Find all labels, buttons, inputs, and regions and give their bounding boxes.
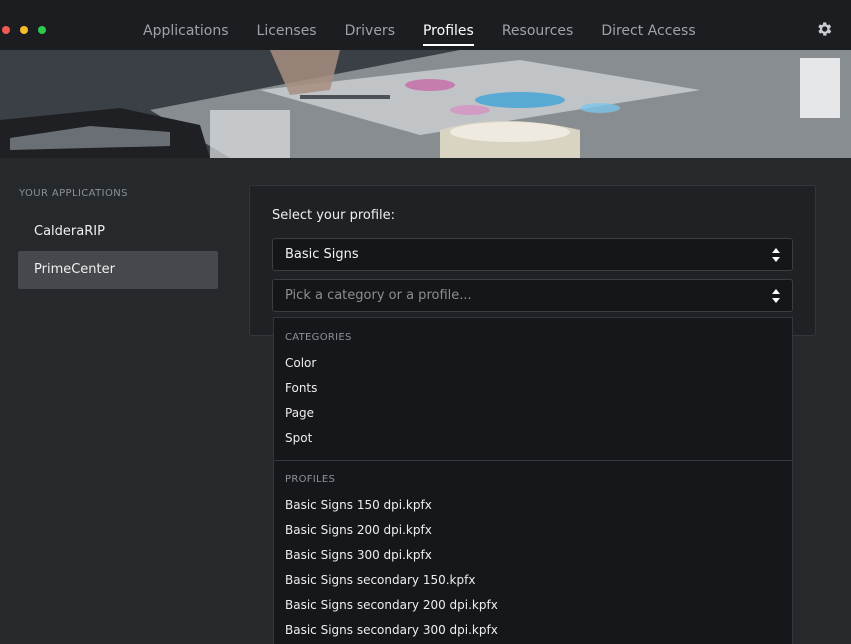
banner-photo	[0, 50, 851, 158]
category-profile-dropdown: CATEGORIES Color Fonts Page Spot PROFILE…	[273, 317, 793, 644]
categories-heading: CATEGORIES	[285, 332, 352, 343]
profile-item[interactable]: Basic Signs secondary 200 dpi.kpfx	[285, 593, 780, 617]
main-tabs: Applications Licenses Drivers Profiles R…	[129, 0, 710, 50]
tab-licenses[interactable]: Licenses	[243, 0, 331, 50]
minimize-window-button[interactable]	[20, 26, 28, 34]
select-profile-label: Select your profile:	[272, 208, 396, 223]
profile-item[interactable]: Basic Signs secondary 150.kpfx	[285, 568, 780, 592]
category-item-fonts[interactable]: Fonts	[285, 376, 780, 400]
dropdown-divider	[274, 460, 792, 461]
profile-panel: Select your profile: Basic Signs Pick a …	[249, 185, 816, 336]
profile-select-value: Basic Signs	[285, 247, 359, 262]
header-banner-image	[0, 50, 851, 158]
category-item-color[interactable]: Color	[285, 351, 780, 375]
sidebar-heading: YOUR APPLICATIONS	[19, 188, 128, 199]
tab-drivers[interactable]: Drivers	[331, 0, 409, 50]
top-navigation-bar: Applications Licenses Drivers Profiles R…	[0, 0, 851, 50]
close-window-button[interactable]	[2, 26, 10, 34]
category-item-page[interactable]: Page	[285, 401, 780, 425]
sidebar-item-calderarip[interactable]: CalderaRIP	[18, 213, 218, 251]
profile-select[interactable]: Basic Signs	[272, 238, 793, 271]
sort-updown-icon	[772, 289, 780, 303]
profile-item[interactable]: Basic Signs 300 dpi.kpfx	[285, 543, 780, 567]
profile-item[interactable]: Basic Signs secondary 300 dpi.kpfx	[285, 618, 780, 642]
tab-applications[interactable]: Applications	[129, 0, 243, 50]
profile-item[interactable]: Basic Signs 150 dpi.kpfx	[285, 493, 780, 517]
tab-profiles[interactable]: Profiles	[409, 0, 488, 50]
category-profile-placeholder: Pick a category or a profile...	[285, 288, 472, 303]
tab-direct-access[interactable]: Direct Access	[587, 0, 709, 50]
profile-item[interactable]: Basic Signs 200 dpi.kpfx	[285, 518, 780, 542]
tab-resources[interactable]: Resources	[488, 0, 588, 50]
maximize-window-button[interactable]	[38, 26, 46, 34]
profiles-heading: PROFILES	[285, 474, 336, 485]
category-profile-select[interactable]: Pick a category or a profile...	[272, 279, 793, 312]
sidebar: YOUR APPLICATIONS CalderaRIP PrimeCenter	[0, 158, 232, 644]
sort-updown-icon	[772, 248, 780, 262]
category-item-spot[interactable]: Spot	[285, 426, 780, 450]
gear-icon[interactable]	[815, 20, 833, 38]
sidebar-item-primecenter[interactable]: PrimeCenter	[18, 251, 218, 289]
